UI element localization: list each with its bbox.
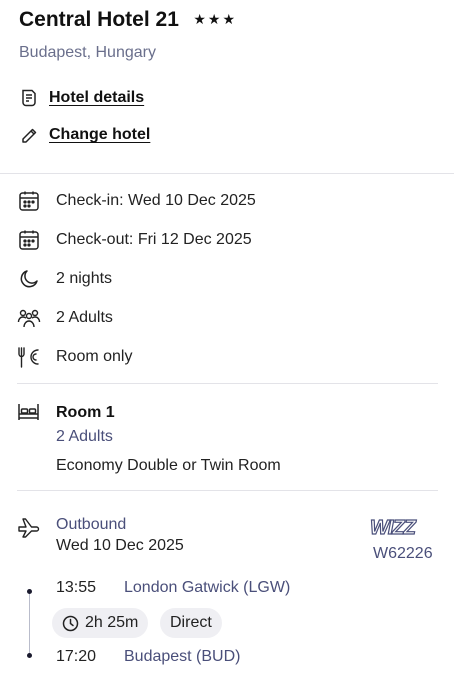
flight-direction-label: Outbound [56, 516, 127, 533]
checkin-row: Check-in: Wed 10 Dec 2025 [17, 189, 256, 213]
room-type: Economy Double or Twin Room [56, 457, 281, 474]
calendar-icon [17, 189, 41, 213]
document-icon [19, 88, 39, 108]
bed-icon [17, 402, 40, 427]
checkout-text: Check-out: Fri 12 Dec 2025 [56, 231, 252, 248]
flight-date: Wed 10 Dec 2025 [56, 537, 184, 554]
room-adults: 2 Adults [56, 428, 113, 445]
plane-icon [17, 516, 41, 543]
divider [17, 383, 438, 384]
pencil-icon [19, 125, 39, 145]
change-hotel-row[interactable]: Change hotel [19, 125, 150, 145]
guests-text: 2 Adults [56, 309, 113, 326]
cutlery-icon [17, 345, 41, 369]
stops-text: Direct [170, 614, 212, 631]
arrival-airport: Budapest (BUD) [124, 648, 241, 665]
nights-row: 2 nights [17, 267, 112, 291]
clock-icon [62, 615, 79, 632]
duration-chip: 2h 25m [52, 608, 149, 638]
flight-number: W62226 [373, 545, 433, 562]
nights-text: 2 nights [56, 270, 113, 287]
board-text: Room only [56, 348, 133, 365]
hotel-details-link[interactable]: Hotel details [49, 89, 144, 107]
departure-airport: London Gatwick (LGW) [124, 579, 291, 596]
arrival-time: 17:20 [56, 648, 97, 665]
arrival-dot [27, 653, 32, 658]
change-hotel-link[interactable]: Change hotel [49, 126, 150, 144]
airline-logo: WIZZ [368, 514, 424, 545]
flight-timeline [29, 591, 30, 657]
moon-icon [17, 267, 41, 291]
departure-dot [27, 589, 32, 594]
board-row: Room only [17, 345, 132, 369]
room-title: Room 1 [56, 404, 115, 421]
star-rating: ★★★ [193, 10, 237, 27]
guests-row: 2 Adults [17, 306, 113, 330]
departure-time: 13:55 [56, 579, 97, 596]
hotel-name: Central Hotel 21 [19, 8, 179, 31]
calendar-icon [17, 228, 41, 252]
checkin-text: Check-in: Wed 10 Dec 2025 [56, 192, 256, 209]
hotel-details-row[interactable]: Hotel details [19, 88, 144, 108]
hotel-location: Budapest, Hungary [19, 44, 156, 61]
duration-text: 2h 25m [85, 614, 139, 631]
airline-logo-text: WIZZ [370, 517, 417, 539]
people-icon [17, 306, 41, 330]
hotel-header: Central Hotel 21 ★★★ [19, 8, 444, 32]
divider [17, 490, 438, 491]
direct-chip: Direct [160, 608, 222, 638]
divider [0, 173, 454, 174]
checkout-row: Check-out: Fri 12 Dec 2025 [17, 228, 252, 252]
